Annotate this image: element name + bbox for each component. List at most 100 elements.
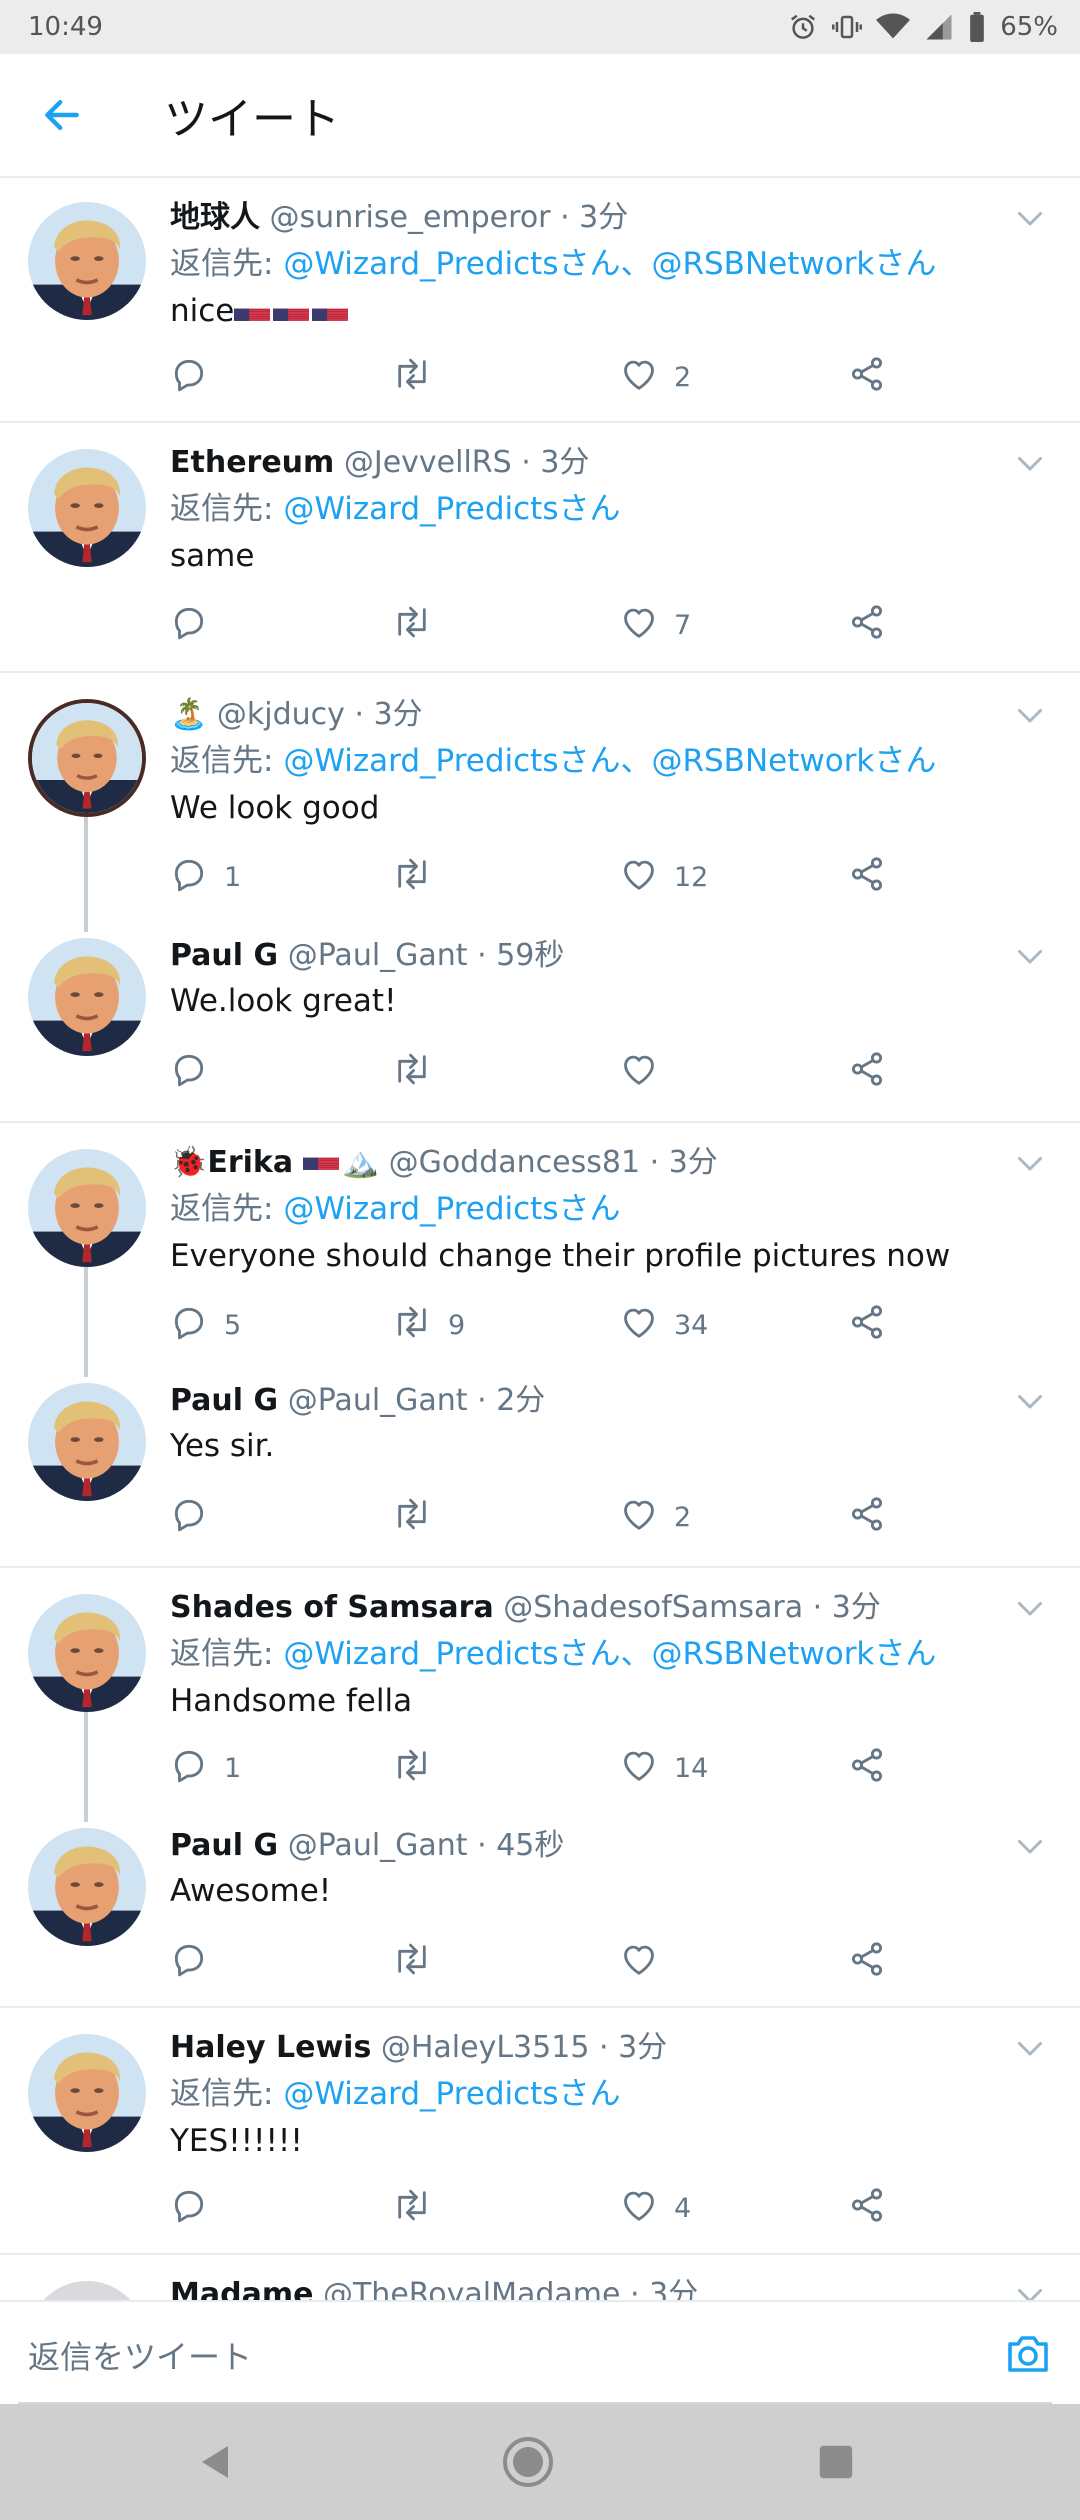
user-handle[interactable]: @Paul_Gant <box>288 1828 468 1863</box>
share-button[interactable] <box>848 1744 886 1792</box>
share-button[interactable] <box>848 2184 886 2232</box>
tweet[interactable]: Ethereum @JevvellRS · 3分 返信先: @Wizard_Pr… <box>0 423 1080 673</box>
tweet[interactable]: 地球人 @sunrise_emperor · 3分 返信先: @Wizard_P… <box>0 178 1080 423</box>
display-name[interactable]: 🏝️ <box>170 697 207 732</box>
chevron-down-icon[interactable] <box>1012 200 1048 236</box>
user-handle[interactable]: @ShadesofSamsara <box>503 1590 803 1625</box>
retweet-button[interactable] <box>392 2184 432 2232</box>
retweet-button[interactable] <box>392 1048 432 1096</box>
display-name[interactable]: Shades of Samsara <box>170 1590 494 1625</box>
avatar[interactable] <box>28 1149 146 1267</box>
display-name[interactable]: Haley Lewis <box>170 2030 371 2065</box>
avatar[interactable] <box>28 2281 146 2300</box>
user-handle[interactable]: @JevvellRS <box>344 445 512 480</box>
nav-home-button[interactable] <box>478 2404 578 2520</box>
user-handle[interactable]: @Goddancess81 <box>389 1145 640 1180</box>
reply-button[interactable]: 1 <box>170 1744 241 1792</box>
avatar[interactable] <box>28 2034 146 2152</box>
like-button[interactable] <box>620 1048 658 1096</box>
mention-link[interactable]: @RSBNetworkさん <box>651 743 936 779</box>
avatar[interactable] <box>28 449 146 567</box>
like-button[interactable]: 4 <box>620 2184 691 2232</box>
retweet-button[interactable] <box>392 353 432 401</box>
avatar[interactable] <box>28 1594 146 1712</box>
avatar[interactable] <box>28 1828 146 1946</box>
chevron-down-icon[interactable] <box>1012 2277 1048 2300</box>
tweet[interactable]: Paul G @Paul_Gant · 59秒 We.look great! <box>0 928 1080 1123</box>
share-button[interactable] <box>848 1048 886 1096</box>
nav-recents-button[interactable] <box>786 2404 886 2520</box>
share-button[interactable] <box>848 353 886 401</box>
reply-button[interactable] <box>170 353 208 401</box>
avatar[interactable] <box>28 938 146 1056</box>
mention-link[interactable]: @Wizard_Predictsさん <box>283 246 620 282</box>
retweet-button[interactable] <box>392 601 432 649</box>
reply-button[interactable] <box>170 2184 208 2232</box>
display-name[interactable]: Paul G <box>170 1828 278 1863</box>
retweet-button[interactable]: 9 <box>392 1301 465 1349</box>
chevron-down-icon[interactable] <box>1012 938 1048 974</box>
share-button[interactable] <box>848 1493 886 1541</box>
reply-button[interactable] <box>170 601 208 649</box>
like-button[interactable]: 14 <box>620 1744 708 1792</box>
avatar[interactable] <box>28 1383 146 1501</box>
share-button[interactable] <box>848 1938 886 1986</box>
reply-button[interactable]: 1 <box>170 853 241 901</box>
tweet[interactable]: Paul G @Paul_Gant · 2分 Yes sir. 2 <box>0 1373 1080 1568</box>
like-button[interactable]: 2 <box>620 1493 691 1541</box>
user-handle[interactable]: @TheRoyalMadame <box>323 2277 621 2300</box>
retweet-button[interactable] <box>392 1744 432 1792</box>
reply-composer[interactable]: 返信をツイート <box>0 2300 1080 2404</box>
mention-link[interactable]: @Wizard_Predictsさん <box>283 1636 620 1672</box>
chevron-down-icon[interactable] <box>1012 1145 1048 1181</box>
avatar[interactable] <box>28 699 146 817</box>
chevron-down-icon[interactable] <box>1012 1828 1048 1864</box>
retweet-button[interactable] <box>392 1493 432 1541</box>
chevron-down-icon[interactable] <box>1012 697 1048 733</box>
tweet[interactable]: Shades of Samsara @ShadesofSamsara · 3分 … <box>0 1568 1080 1818</box>
tweet[interactable]: Haley Lewis @HaleyL3515 · 3分 返信先: @Wizar… <box>0 2008 1080 2255</box>
reply-button[interactable] <box>170 1048 208 1096</box>
reply-button[interactable] <box>170 1938 208 1986</box>
chevron-down-icon[interactable] <box>1012 2030 1048 2066</box>
display-name[interactable]: Ethereum <box>170 445 334 480</box>
like-button[interactable] <box>620 1938 658 1986</box>
tweet[interactable]: Paul G @Paul_Gant · 45秒 Awesome! <box>0 1818 1080 2008</box>
display-name[interactable]: 地球人 <box>170 200 260 235</box>
display-name[interactable]: Paul G <box>170 938 278 973</box>
display-name[interactable]: Madame <box>170 2277 313 2300</box>
like-button[interactable]: 12 <box>620 853 708 901</box>
mention-link[interactable]: @Wizard_Predictsさん <box>283 2076 620 2112</box>
like-button[interactable]: 34 <box>620 1301 708 1349</box>
like-button[interactable]: 7 <box>620 601 691 649</box>
mention-link[interactable]: @Wizard_Predictsさん <box>283 743 620 779</box>
mention-link[interactable]: @Wizard_Predictsさん <box>283 1191 620 1227</box>
user-handle[interactable]: @kjducy <box>217 697 345 732</box>
tweet[interactable]: Madame @TheRoyalMadame · 3分 <box>0 2255 1080 2300</box>
share-button[interactable] <box>848 1301 886 1349</box>
share-button[interactable] <box>848 601 886 649</box>
camera-button[interactable] <box>1004 2330 1052 2382</box>
mention-link[interactable]: @RSBNetworkさん <box>651 1636 936 1672</box>
like-button[interactable]: 2 <box>620 353 691 401</box>
reply-button[interactable] <box>170 1493 208 1541</box>
chevron-down-icon[interactable] <box>1012 1590 1048 1626</box>
avatar[interactable] <box>28 202 146 320</box>
tweet[interactable]: 🏝️ @kjducy · 3分 返信先: @Wizard_Predictsさん、… <box>0 673 1080 928</box>
tweet[interactable]: 🐞Erika 🏔️ @Goddancess81 · 3分 返信先: @Wizar… <box>0 1123 1080 1373</box>
retweet-button[interactable] <box>392 1938 432 1986</box>
nav-back-button[interactable] <box>166 2404 266 2520</box>
chevron-down-icon[interactable] <box>1012 445 1048 481</box>
mention-link[interactable]: @RSBNetworkさん <box>651 246 936 282</box>
reply-button[interactable]: 5 <box>170 1301 241 1349</box>
user-handle[interactable]: @sunrise_emperor <box>270 200 551 235</box>
chevron-down-icon[interactable] <box>1012 1383 1048 1419</box>
reply-input[interactable]: 返信をツイート <box>28 2332 252 2378</box>
user-handle[interactable]: @Paul_Gant <box>288 1383 468 1418</box>
display-name[interactable]: 🐞Erika <box>170 1145 293 1180</box>
back-button[interactable] <box>0 53 124 177</box>
display-name[interactable]: Paul G <box>170 1383 278 1418</box>
mention-link[interactable]: @Wizard_Predictsさん <box>283 491 620 527</box>
user-handle[interactable]: @HaleyL3515 <box>381 2030 590 2065</box>
retweet-button[interactable] <box>392 853 432 901</box>
